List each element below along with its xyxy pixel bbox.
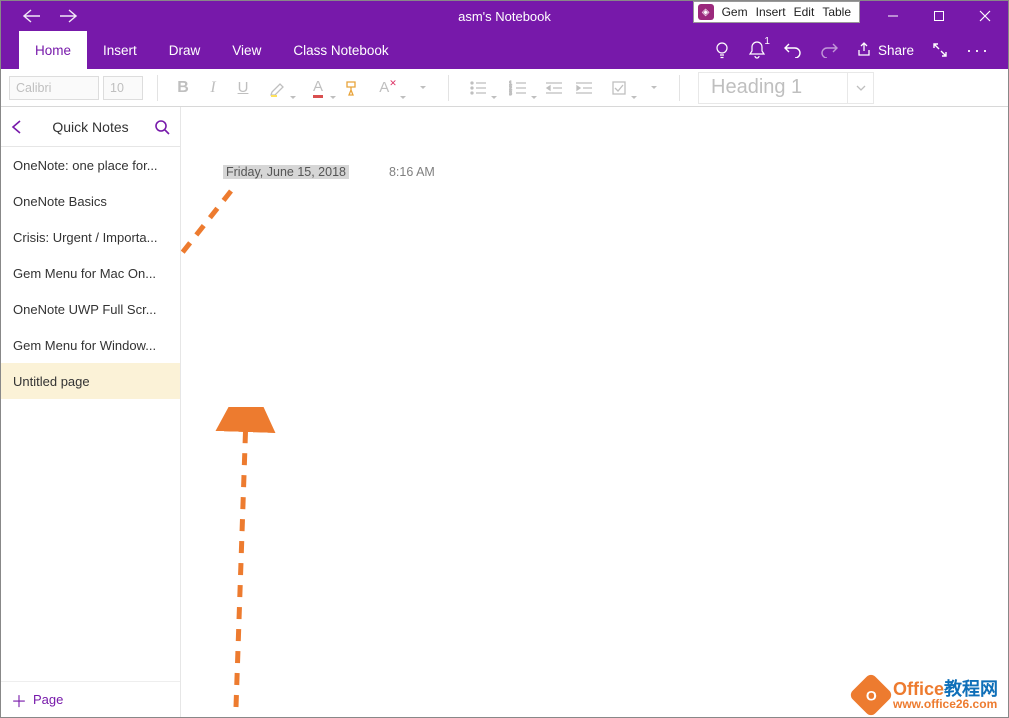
gem-menu-bar: ◈ Gem Insert Edit Table [693,1,860,23]
lightbulb-icon[interactable] [714,40,730,60]
tab-draw[interactable]: Draw [153,31,217,69]
undo-icon[interactable] [784,42,802,58]
styles-select[interactable]: Heading 1 [698,72,874,104]
search-icon[interactable] [150,119,170,135]
add-page-button[interactable]: ＋ Page [1,681,180,717]
window-minimize-button[interactable] [870,1,916,31]
font-size-select[interactable]: 10 [103,76,143,100]
tab-insert[interactable]: Insert [87,31,153,69]
font-select[interactable]: Calibri [9,76,99,100]
gem-menu-item[interactable]: Table [818,5,855,19]
highlight-button[interactable] [258,73,298,103]
note-time: 8:16 AM [389,165,435,179]
indent-button[interactable] [569,73,599,103]
pages-sidebar: Quick Notes OneNote: one place for... On… [1,107,181,717]
redo-icon[interactable] [820,42,838,58]
clear-formatting-button[interactable]: A✕ [368,73,408,103]
page-item[interactable]: Gem Menu for Window... [1,327,180,363]
font-color-button[interactable]: A [298,73,338,103]
svg-text:3: 3 [509,91,512,96]
underline-button[interactable]: U [228,73,258,103]
titlebar: asm's Notebook ◈ Gem Insert Edit Table [1,1,1008,31]
page-item[interactable]: OneNote: one place for... [1,147,180,183]
bell-icon[interactable]: 1 [748,40,766,60]
window-close-button[interactable] [962,1,1008,31]
note-metadata: Friday, June 15, 2018 8:16 AM [223,165,435,179]
note-date: Friday, June 15, 2018 [223,165,349,179]
format-painter-button[interactable] [338,73,368,103]
page-item[interactable]: OneNote UWP Full Scr... [1,291,180,327]
page-item[interactable]: Gem Menu for Mac On... [1,255,180,291]
ribbon-tabs: Home Insert Draw View Class Notebook 1 S… [1,31,1008,69]
outdent-button[interactable] [539,73,569,103]
fullscreen-icon[interactable] [932,42,948,58]
more-icon[interactable]: ··· [966,40,990,61]
numbering-button[interactable]: 123 [499,73,539,103]
nav-back-icon[interactable] [23,9,41,23]
more-formatting-button[interactable] [408,73,438,103]
gem-menu-item[interactable]: Insert [752,5,790,19]
plus-icon: ＋ [11,688,27,712]
bullets-button[interactable] [459,73,499,103]
tab-view[interactable]: View [216,31,277,69]
watermark: O Office教程网 www.office26.com [855,679,998,711]
checkbox-button[interactable] [599,73,639,103]
nav-forward-icon[interactable] [59,9,77,23]
sidebar-back-icon[interactable] [11,120,31,134]
page-item[interactable]: Untitled page [1,363,180,399]
styles-label: Heading 1 [711,76,802,99]
gem-menu-item[interactable]: Edit [790,5,819,19]
window-maximize-button[interactable] [916,1,962,31]
tab-class-notebook[interactable]: Class Notebook [277,31,404,69]
add-page-label: Page [33,692,63,707]
formatting-toolbar: Calibri 10 B I U A A✕ 123 [1,69,1008,107]
page-item[interactable]: OneNote Basics [1,183,180,219]
app-window: asm's Notebook ◈ Gem Insert Edit Table H… [0,0,1009,718]
more-paragraph-button[interactable] [639,73,669,103]
tab-home[interactable]: Home [19,31,87,69]
italic-button[interactable]: I [198,73,228,103]
bold-button[interactable]: B [168,73,198,103]
note-canvas[interactable]: Friday, June 15, 2018 8:16 AM [181,107,1008,717]
gem-menu-item[interactable]: Gem [718,5,752,19]
share-button[interactable]: Share [856,42,914,58]
share-label: Share [878,43,914,58]
pages-list: OneNote: one place for... OneNote Basics… [1,147,180,681]
page-item[interactable]: Crisis: Urgent / Importa... [1,219,180,255]
section-title[interactable]: Quick Notes [31,119,150,135]
gem-icon[interactable]: ◈ [698,4,714,20]
annotation-arrow [181,107,1001,718]
